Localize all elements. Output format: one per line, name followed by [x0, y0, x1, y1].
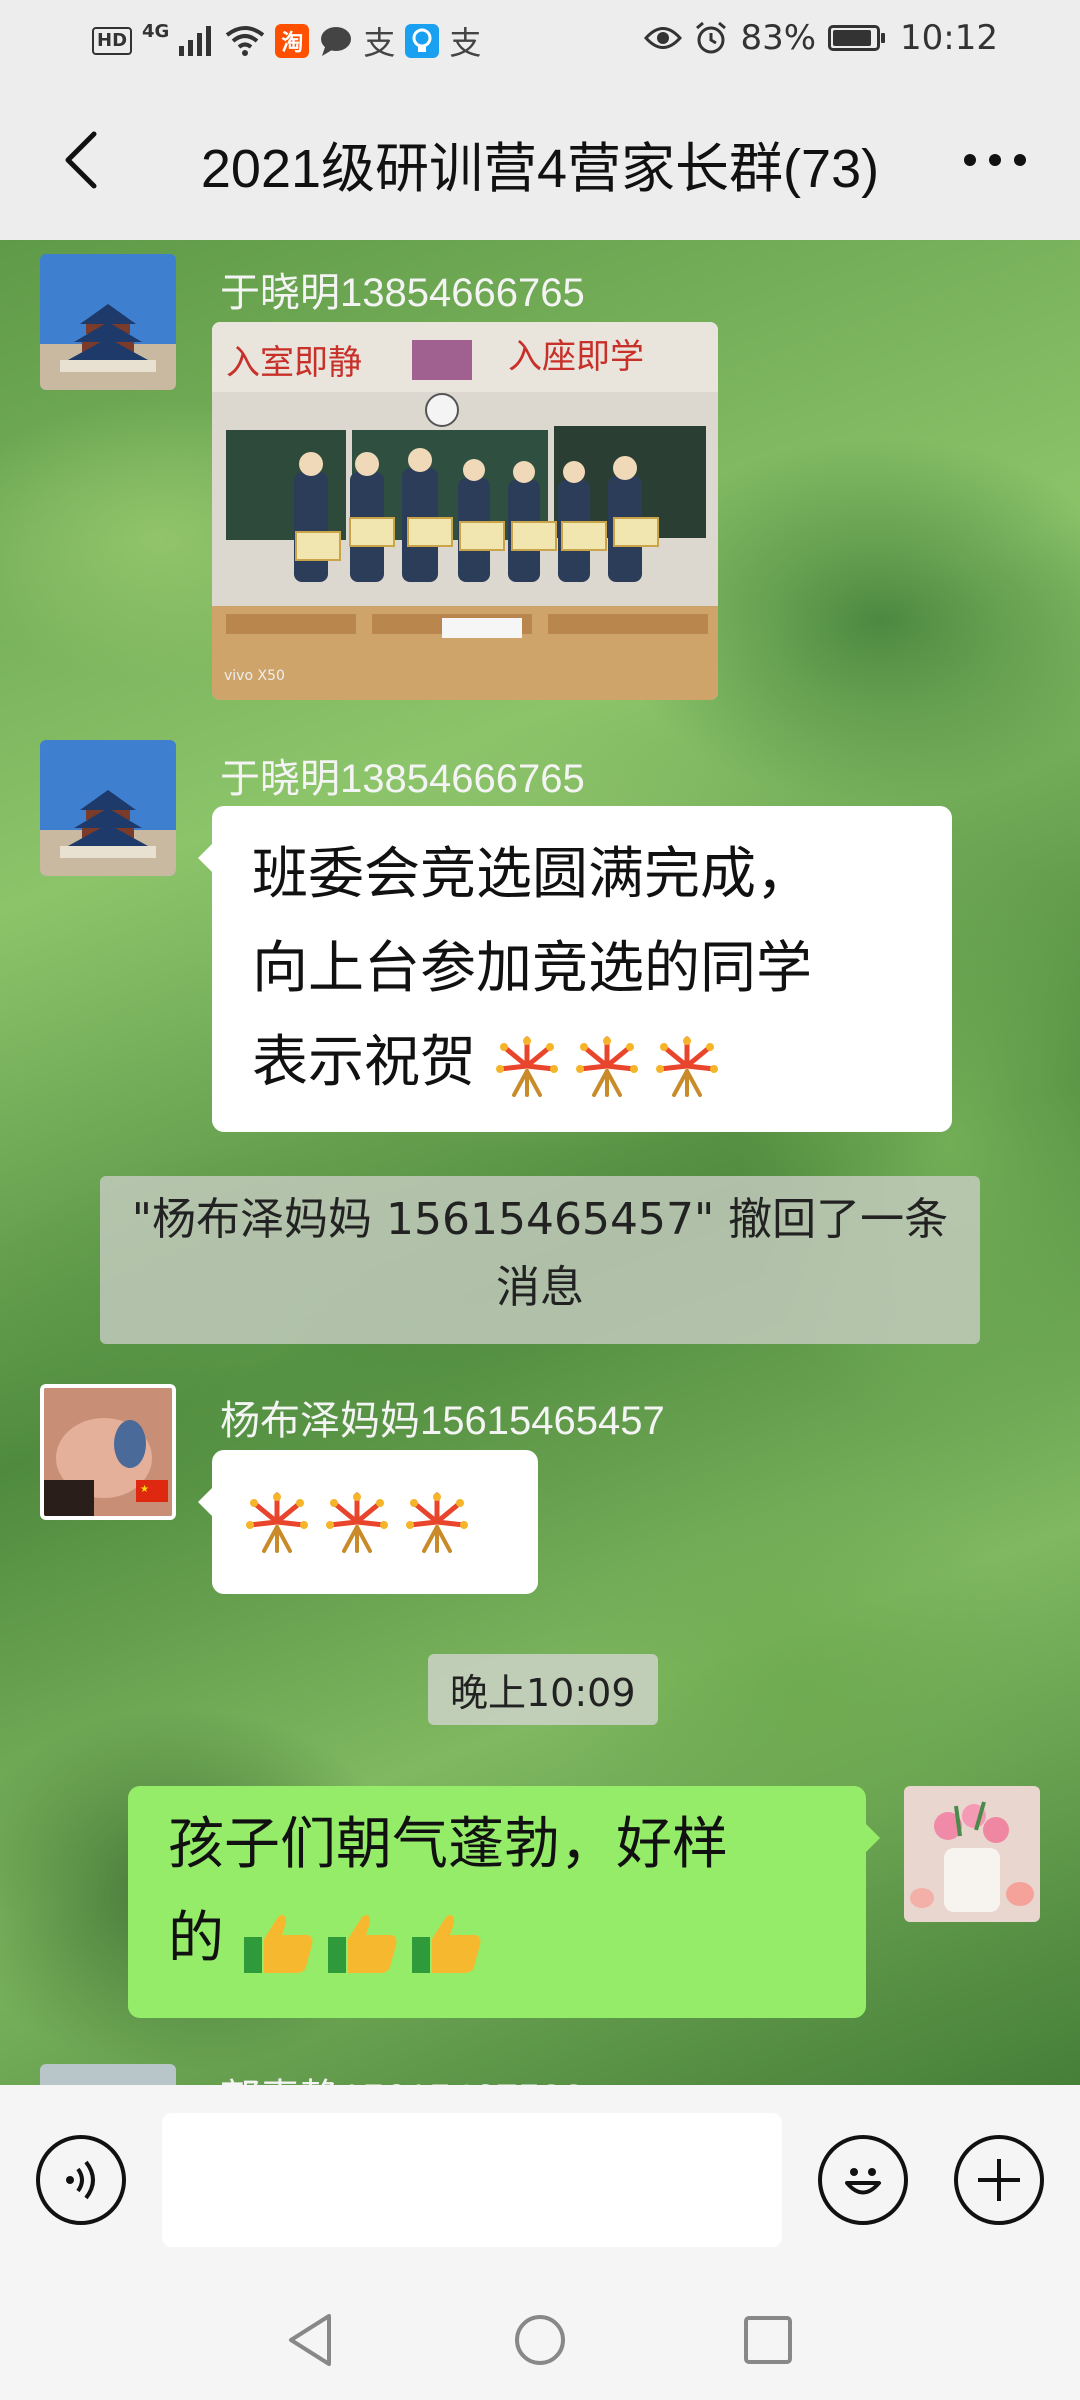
voice-icon: [66, 2160, 95, 2200]
network-type: 4G: [142, 20, 170, 42]
nav-recents-button[interactable]: [728, 2300, 808, 2380]
message-icon: [321, 27, 352, 56]
fireworks-emoji: [575, 1036, 638, 1097]
avatar-baby[interactable]: ★: [40, 1384, 176, 1520]
more-button[interactable]: [940, 120, 1050, 200]
thumbs-up-emoji: [411, 1914, 481, 1973]
thumbs-up-emoji: [327, 1914, 397, 1973]
temple-avatar-image: [40, 254, 176, 390]
avatar-temple[interactable]: [40, 254, 176, 390]
photo-message[interactable]: 入室即静 入座即学 vivo X50: [212, 322, 718, 700]
chat-title: 2021级研训营4营家长群(73): [200, 139, 880, 199]
alipay-icon-2: 支: [449, 24, 482, 62]
temple-avatar-image: [40, 740, 176, 876]
chat-header: 2021级研训营4营家长群(73): [0, 80, 1080, 240]
text-message[interactable]: 班委会竞选圆满完成， 向上台参加竞选的同学 表示祝贺: [198, 806, 952, 1132]
thumbs-up-emoji: [243, 1914, 313, 1973]
sender-name: 于晓明13854666765: [220, 757, 585, 801]
alarm-icon: [696, 21, 727, 54]
wifi-icon: [226, 26, 265, 56]
sender-name: 郭素静15615467588: [220, 2066, 585, 2085]
baby-avatar-image: ★: [44, 1388, 172, 1516]
emoji-icon: [845, 2168, 881, 2195]
message-line-with-emoji: 的: [168, 1892, 826, 1986]
voice-button[interactable]: [36, 2135, 126, 2225]
svg-text:★: ★: [140, 1484, 149, 1495]
message-line: 孩子们朝气蓬勃，好样: [168, 1812, 728, 1877]
more-dots-icon: [964, 154, 1026, 166]
recents-square-icon: [744, 2316, 792, 2364]
battery-percent: 83%: [740, 18, 817, 58]
status-bar-left: HD 4G 淘 支 支: [92, 18, 481, 64]
signal-icon: [179, 26, 212, 56]
status-bar: HD 4G 淘 支 支 83% 10:12: [0, 0, 1080, 80]
nav-back-button[interactable]: [270, 2300, 350, 2380]
photo-slogan-1: 入室即静: [226, 343, 362, 383]
flower-avatar-image: [904, 1786, 1040, 1922]
eye-icon: [644, 27, 683, 49]
fireworks-emoji: [246, 1492, 308, 1553]
input-bar: [0, 2085, 1080, 2270]
sender-name: 杨布泽妈妈15615465457: [220, 1399, 665, 1443]
taobao-icon: 淘: [275, 24, 310, 58]
chat-area[interactable]: 于晓明13854666765 入室即静 入座即学 vivo X50 于晓明138…: [0, 240, 1080, 2085]
emoji-message[interactable]: [198, 1450, 538, 1594]
avatar-partial[interactable]: [40, 2064, 176, 2085]
photo-watermark: vivo X50: [224, 668, 285, 684]
status-bar-right: 83% 10:12: [644, 18, 998, 58]
message-line: 表示祝贺: [252, 1030, 476, 1095]
message-input[interactable]: [162, 2113, 782, 2247]
more-functions-button[interactable]: [954, 2135, 1044, 2225]
fireworks-emoji: [655, 1036, 718, 1097]
clock: 10:12: [900, 18, 998, 58]
nav-home-button[interactable]: [500, 2300, 580, 2380]
fireworks-emoji: [495, 1036, 558, 1097]
avatar-temple[interactable]: [40, 740, 176, 876]
sender-name: 于晓明13854666765: [220, 271, 585, 315]
my-text-message[interactable]: 孩子们朝气蓬勃，好样 的: [128, 1786, 880, 2018]
home-circle-icon: [515, 2315, 565, 2365]
avatar-self[interactable]: [904, 1786, 1040, 1922]
alipay-icon: 支: [363, 24, 396, 62]
timestamp: 晚上10:09: [428, 1654, 658, 1725]
fireworks-emoji: [406, 1492, 468, 1553]
back-triangle-icon: [289, 2314, 331, 2366]
recall-notice: "杨布泽妈妈 15615465457" 撤回了一条消息: [100, 1176, 980, 1344]
fireworks-emoji: [326, 1492, 388, 1553]
battery-icon: [828, 25, 886, 51]
message-line: 向上台参加竞选的同学: [252, 936, 812, 1001]
photo-slogan-2: 入座即学: [508, 337, 644, 377]
plus-icon: [978, 2159, 1020, 2201]
message-line-with-emoji: 表示祝贺: [252, 1016, 912, 1110]
message-line: 的: [168, 1906, 224, 1971]
system-nav-bar: [0, 2270, 1080, 2400]
emoji-button[interactable]: [818, 2135, 908, 2225]
classroom-photo: 入室即静 入座即学 vivo X50: [212, 322, 718, 700]
hd-badge: HD: [92, 27, 133, 55]
bulb-icon: [405, 24, 440, 58]
message-line: 班委会竞选圆满完成，: [252, 842, 812, 907]
